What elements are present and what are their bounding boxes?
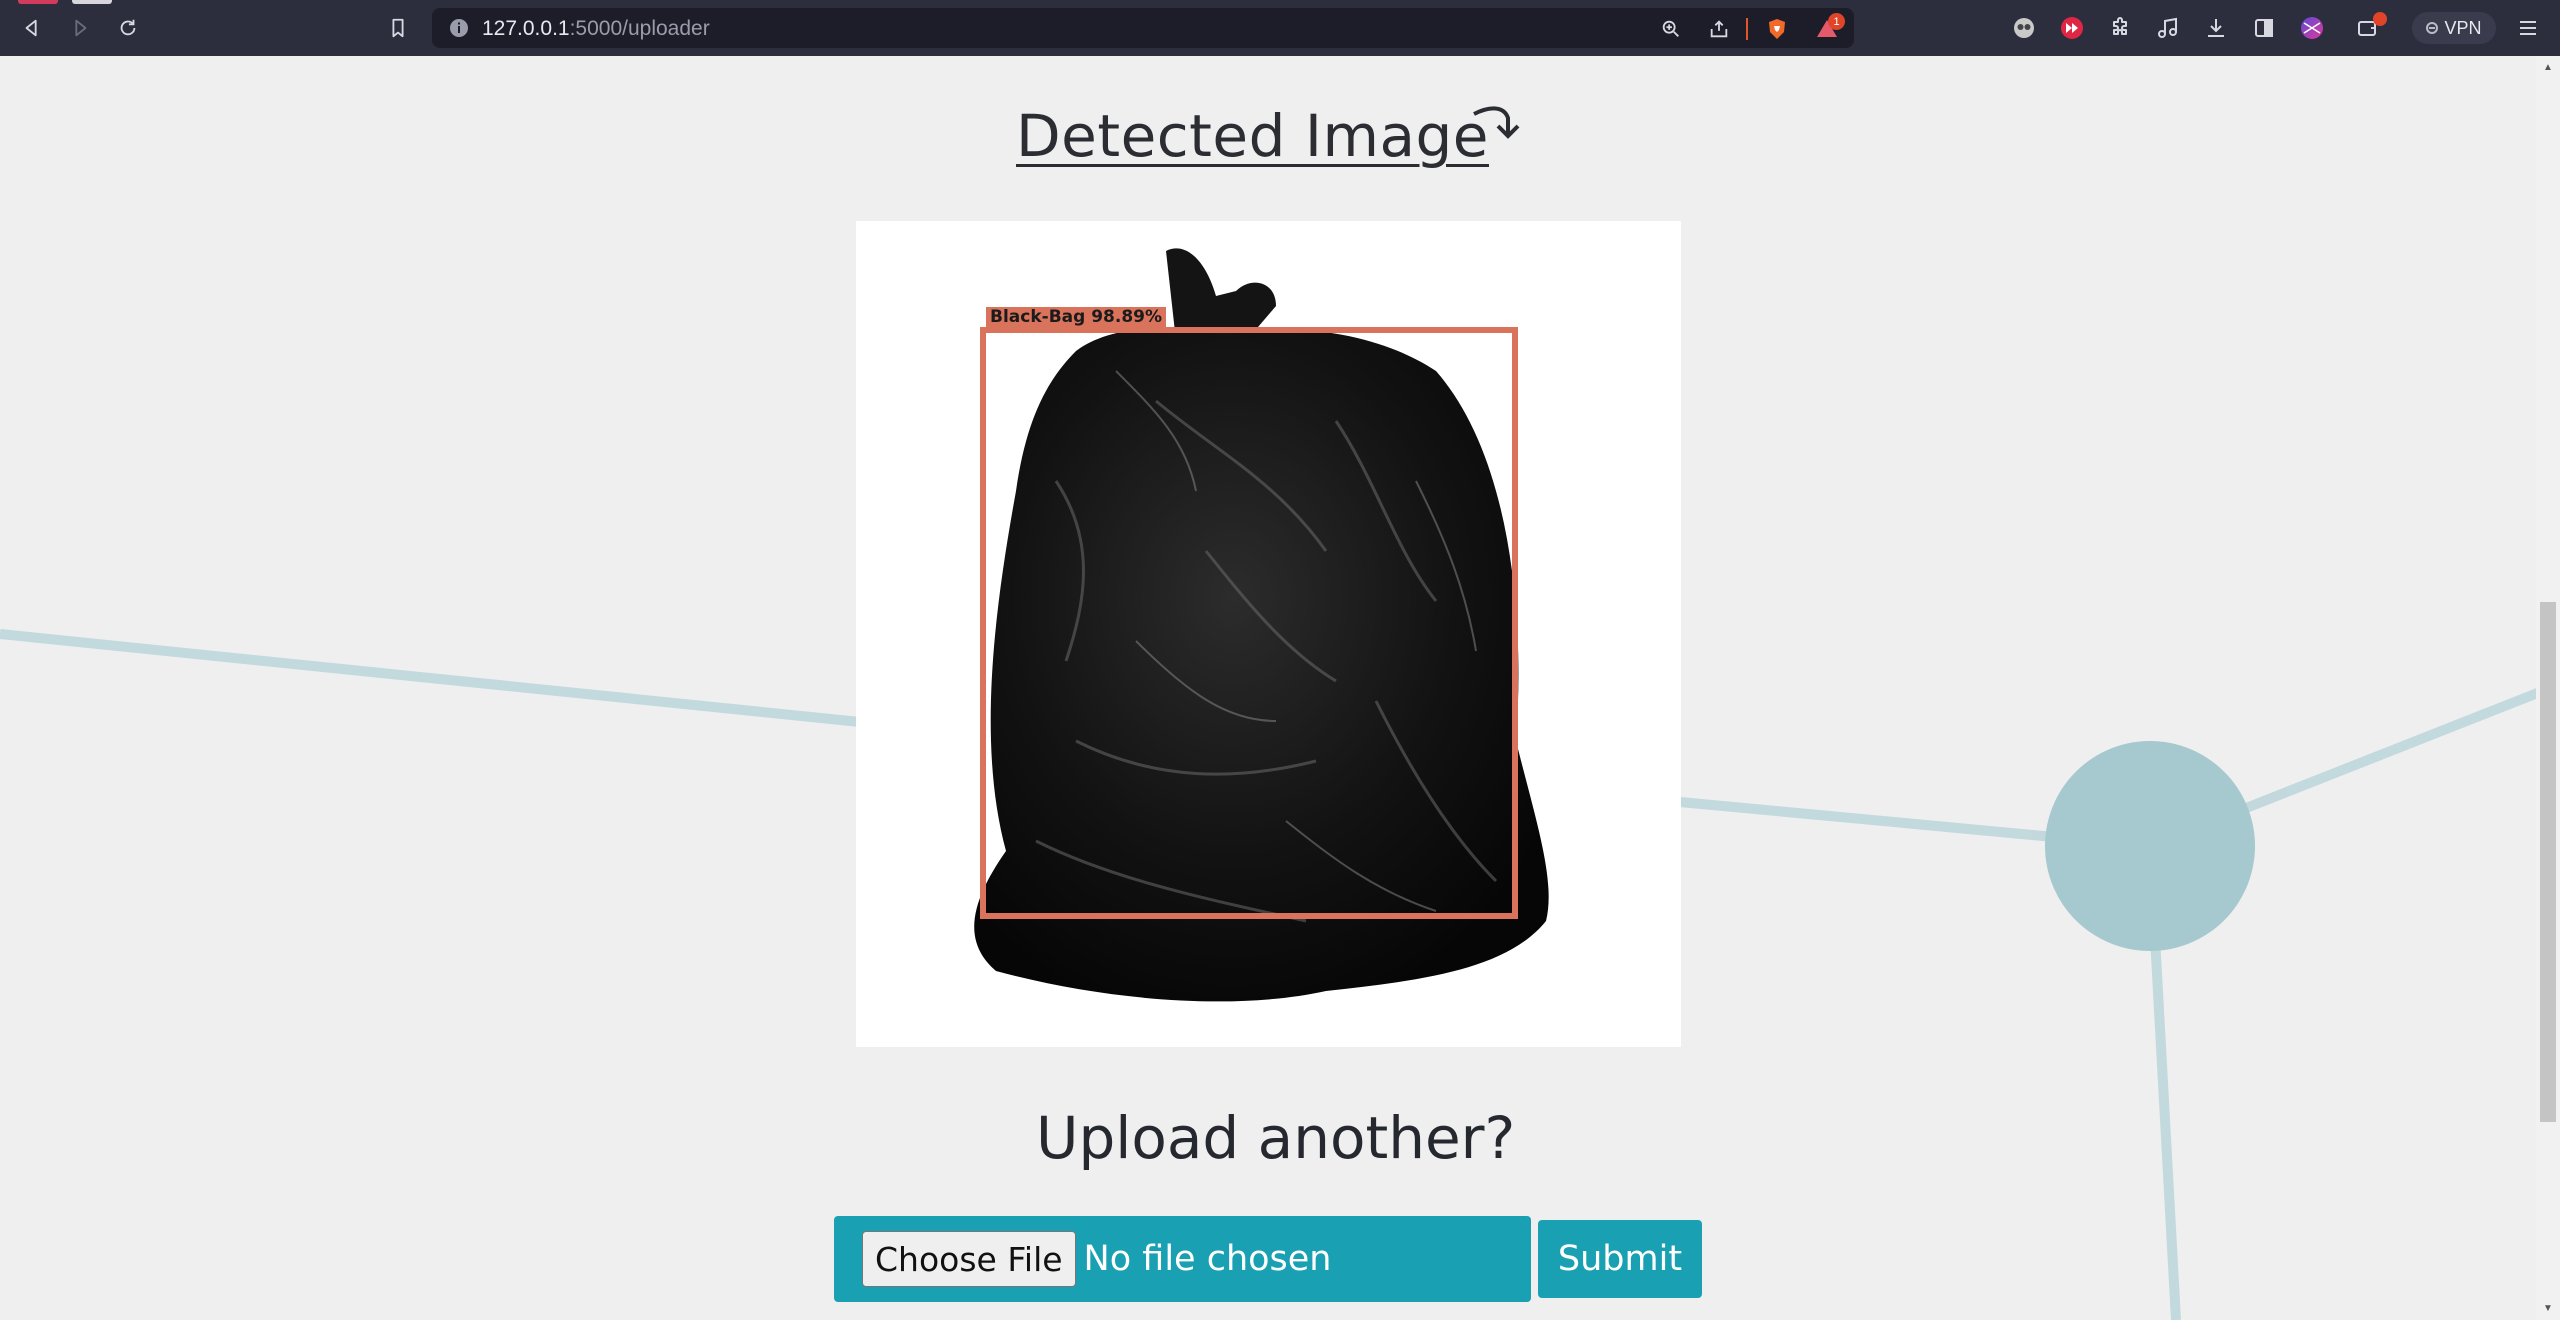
curved-arrow-icon [1473,106,1520,139]
brave-rewards-icon[interactable]: 1 [1814,13,1845,42]
scrollbar-thumb[interactable] [2540,602,2556,1122]
wallet-icon[interactable] [2352,12,2387,44]
url-divider [1746,18,1748,40]
music-icon[interactable] [2152,12,2184,44]
share-icon[interactable] [1706,16,1732,42]
reload-icon[interactable] [112,12,144,44]
browser-toolbar: 127.0.0.1:5000/uploader 1 VPN [0,0,2560,56]
scroll-up-icon[interactable]: ▲ [2543,62,2553,73]
back-icon[interactable] [16,12,48,44]
download-icon[interactable] [2200,12,2232,44]
fast-forward-extension-icon[interactable] [2056,12,2088,44]
upload-another-heading: Upload another? [1036,1104,1516,1172]
site-info-icon[interactable] [448,17,470,39]
detection-label: Black-Bag 98.89% [986,307,1167,327]
extension-icon[interactable] [2008,12,2040,44]
detected-image: Black-Bag 98.89% [856,221,1681,1047]
zoom-icon[interactable] [1658,16,1684,42]
network-node [2045,741,2255,951]
puzzle-icon[interactable] [2104,12,2136,44]
brave-shield-icon[interactable] [1764,16,1790,42]
bookmark-icon[interactable] [382,12,414,44]
page-title: Detected Image [1016,102,1489,170]
vpn-icon [2426,22,2439,34]
detection-bounding-box [980,327,1518,919]
page-content: Detected Image Black-Bag 98.89% Upload a… [0,56,2560,1320]
sidebar-icon[interactable] [2248,12,2280,44]
menu-icon[interactable] [2512,12,2544,44]
page-scrollbar[interactable]: ▲ ▼ [2536,56,2560,1320]
forward-icon[interactable] [64,12,96,44]
vpn-button[interactable]: VPN [2412,12,2496,44]
choose-file-button[interactable]: Choose File [862,1231,1076,1287]
profile-icon[interactable] [2296,12,2328,44]
submit-button[interactable]: Submit [1538,1220,1702,1298]
address-bar[interactable]: 127.0.0.1:5000/uploader 1 [432,8,1854,48]
file-upload-field[interactable]: Choose File No file chosen [834,1216,1531,1302]
tab-strip [0,0,120,4]
scroll-down-icon[interactable]: ▼ [2543,1303,2553,1314]
file-status-text: No file chosen [1083,1239,1332,1279]
url-text[interactable]: 127.0.0.1:5000/uploader [482,17,710,41]
